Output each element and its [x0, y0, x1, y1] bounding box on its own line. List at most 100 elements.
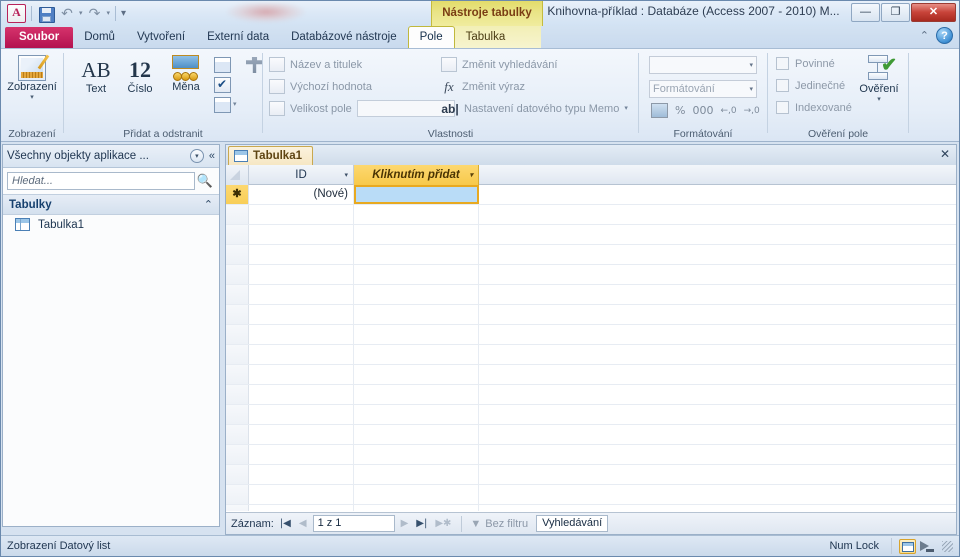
decrease-decimals-icon[interactable]: →,0 — [744, 106, 760, 116]
customize-qat-icon[interactable]: ▾ — [121, 5, 126, 23]
increase-decimals-icon[interactable]: ←,0 — [720, 106, 736, 116]
number-field-button[interactable]: 12 Číslo — [118, 57, 162, 96]
ribbon-group-vlastnosti: Název a titulek Výchozí hodnota Velikost… — [263, 49, 638, 141]
blurred-watermark — [226, 3, 306, 23]
column-header-add-new-dropdown-icon[interactable]: ▾ — [469, 171, 473, 179]
cell-add-new — [354, 225, 479, 244]
redo-button[interactable]: ↷ — [86, 5, 104, 23]
modify-lookup-button[interactable]: Změnit vyhledávání — [441, 55, 557, 74]
select-all-corner[interactable] — [226, 165, 249, 185]
row-selector — [226, 405, 249, 424]
percent-icon[interactable]: % — [675, 104, 685, 117]
currency-format-icon[interactable] — [651, 103, 668, 118]
help-icon[interactable]: ? — [936, 27, 953, 44]
window-controls: — ❐ ✕ — [851, 3, 956, 22]
modify-expression-button[interactable]: fx Změnit výraz — [441, 77, 525, 96]
nav-group-collapse-icon[interactable]: ⌃ — [204, 198, 213, 211]
delete-field-button[interactable]: ▾ — [214, 97, 237, 113]
new-record-button[interactable]: ▶✱ — [433, 518, 453, 529]
datasheet-view-button[interactable] — [899, 538, 916, 554]
undo-dropdown-icon[interactable]: ▾ — [79, 5, 83, 23]
navigation-pane-header[interactable]: Všechny objekty aplikace ... ▾ « — [3, 145, 219, 168]
datasheet-search-input[interactable]: Vyhledávání — [536, 515, 609, 532]
column-header-id-dropdown-icon[interactable]: ▾ — [344, 171, 348, 179]
indexed-checkbox[interactable] — [776, 101, 789, 114]
next-record-button[interactable]: ▶ — [399, 518, 411, 529]
indexed-label: Indexované — [795, 101, 852, 114]
memo-settings-button[interactable]: ab| Nastavení datového typu Memo ▾ — [441, 99, 628, 118]
tab-domu[interactable]: Domů — [73, 27, 126, 48]
tab-soubor[interactable]: Soubor — [5, 27, 74, 48]
view-dropdown-icon[interactable]: ▾ — [3, 94, 61, 101]
qat-divider-2 — [115, 6, 117, 21]
text-field-button[interactable]: AB Text — [74, 57, 118, 96]
cell-add-new[interactable] — [354, 185, 479, 204]
collapse-ribbon-icon[interactable]: ⌃ — [920, 29, 929, 42]
validation-dropdown-icon[interactable]: ▾ — [854, 96, 904, 103]
tab-vytvoreni[interactable]: Vytvoření — [126, 27, 196, 48]
row-selector — [226, 485, 249, 504]
status-bar: Zobrazení Datový list Num Lock — [1, 535, 959, 556]
row-selector — [226, 325, 249, 344]
window-resize-grip[interactable] — [942, 540, 953, 552]
default-value-button[interactable]: Výchozí hodnota — [269, 77, 372, 96]
first-record-button[interactable]: |◀ — [278, 518, 293, 529]
required-checkbox-row[interactable]: Povinné — [776, 57, 835, 70]
delete-field-dropdown-icon[interactable]: ▾ — [233, 97, 237, 113]
access-logo-icon[interactable]: A — [7, 4, 26, 23]
format-dropdown-icon[interactable]: ▾ — [749, 85, 753, 93]
tab-databazove-nastroje[interactable]: Databázové nástroje — [280, 27, 407, 48]
filter-button[interactable]: ▼ Bez filtru — [470, 518, 528, 530]
minimize-button[interactable]: — — [851, 3, 880, 22]
row-selector[interactable]: ✱ — [226, 185, 249, 204]
previous-record-button[interactable]: ◀ — [297, 518, 309, 529]
cell-id[interactable]: (Nové) — [249, 185, 354, 204]
tab-tabulka[interactable]: Tabulka — [455, 27, 517, 48]
view-button[interactable]: Zobrazení ▾ — [3, 54, 61, 101]
search-icon[interactable]: 🔍 — [195, 173, 215, 189]
last-record-button[interactable]: ▶| — [414, 518, 429, 529]
indexed-checkbox-row[interactable]: Indexované — [776, 101, 852, 114]
field-size-row[interactable]: Velikost pole — [269, 99, 455, 118]
design-view-button[interactable] — [919, 539, 936, 554]
collapse-pane-icon[interactable]: « — [209, 150, 215, 162]
document-tab-tabulka1[interactable]: Tabulka1 — [228, 146, 313, 165]
nav-item-tabulka1[interactable]: Tabulka1 — [3, 215, 219, 234]
empty-row — [226, 505, 956, 511]
close-button[interactable]: ✕ — [911, 3, 956, 22]
memo-settings-dropdown-icon[interactable]: ▾ — [624, 100, 628, 118]
column-header-add-new[interactable]: Kliknutím přidat ▾ — [354, 165, 479, 185]
tab-pole[interactable]: Pole — [407, 26, 455, 48]
unique-checkbox-row[interactable]: Jedinečné — [776, 79, 845, 92]
comma-icon[interactable]: 000 — [692, 104, 713, 117]
name-caption-button[interactable]: Název a titulek — [269, 55, 362, 74]
unique-checkbox[interactable] — [776, 79, 789, 92]
format-dropdown[interactable]: Formátování ▾ — [649, 80, 757, 98]
maximize-button[interactable]: ❐ — [881, 3, 910, 22]
window-title: Knihovna-příklad : Databáze (Access 2007… — [547, 4, 840, 18]
empty-row — [226, 365, 956, 385]
nav-group-tabulky[interactable]: Tabulky ⌃ — [3, 194, 219, 215]
tab-externi-data[interactable]: Externí data — [196, 27, 280, 48]
close-document-icon[interactable]: ✕ — [940, 148, 950, 161]
required-checkbox[interactable] — [776, 57, 789, 70]
table-row[interactable]: ✱ (Nové) — [226, 185, 956, 205]
redo-dropdown-icon[interactable]: ▾ — [107, 5, 111, 23]
datatype-dropdown-icon[interactable]: ▾ — [749, 61, 753, 69]
datatype-dropdown[interactable]: ▾ — [649, 56, 757, 74]
date-time-field-button[interactable] — [214, 57, 231, 73]
currency-field-button[interactable]: Měna — [162, 55, 210, 94]
validation-button[interactable]: ✔ Ověření ▾ — [854, 55, 904, 103]
column-header-id[interactable]: ID ▾ — [249, 165, 354, 185]
search-input[interactable]: Hledat... — [7, 172, 195, 190]
chevron-down-icon[interactable]: ▾ — [189, 149, 204, 163]
ribbon-group-formatovani: ▾ Formátování ▾ % 000 ←,0 →,0 Formátován… — [639, 49, 767, 141]
yes-no-field-button[interactable]: ✔ — [214, 77, 231, 93]
more-fields-button[interactable] — [246, 57, 263, 73]
save-button[interactable] — [37, 5, 55, 23]
delete-field-icon — [214, 97, 231, 113]
undo-button[interactable]: ↶ — [58, 5, 76, 23]
record-position-input[interactable]: 1 z 1 — [312, 515, 395, 532]
cell-add-new — [354, 285, 479, 304]
text-field-label: Text — [85, 83, 107, 95]
